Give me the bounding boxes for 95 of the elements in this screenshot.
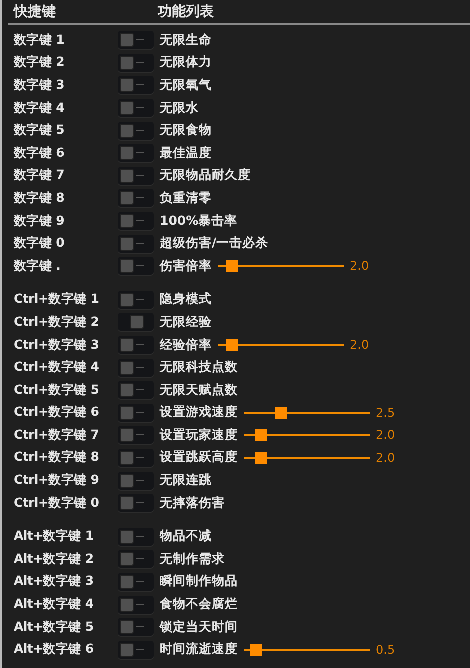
hotkey-label: 数字键 9 (12, 212, 66, 230)
slider-value: 2.0 (376, 450, 396, 465)
toggle-switch[interactable] (118, 212, 154, 230)
hotkey-label: 数字键 . (12, 258, 62, 275)
toggle-switch[interactable] (118, 358, 154, 377)
hotkey-label: Alt+数字键 4 (13, 596, 95, 614)
slider-value: 2.0 (350, 259, 370, 274)
toggle-switch[interactable] (118, 494, 154, 512)
toggle-switch[interactable] (118, 381, 154, 400)
function-label: 设置游戏速度 (160, 404, 238, 422)
toggle-switch[interactable] (118, 426, 154, 444)
toggle-switch[interactable] (118, 290, 154, 309)
toggle-switch[interactable] (118, 618, 154, 636)
function-label: 无限氧气 (160, 76, 212, 94)
function-label: 负重清零 (160, 190, 212, 207)
function-label: 无限经验 (160, 314, 212, 331)
toggle-switch[interactable] (118, 166, 154, 185)
hotkey-label: 数字键 5 (12, 122, 66, 140)
function-label: 100%暴击率 (160, 212, 238, 230)
column-header: 功能列表 (158, 2, 214, 20)
hotkey-label: Ctrl+数字键 1 (13, 291, 100, 308)
toggle-switch[interactable] (118, 336, 154, 354)
hotkey-label: Ctrl+数字键 7 (13, 426, 100, 444)
slider-value: 2.0 (350, 338, 370, 352)
function-label: 无摔落伤害 (160, 494, 225, 512)
slider-thumb[interactable] (226, 339, 238, 352)
toggle-switch[interactable] (118, 99, 154, 118)
function-label: 无限物品耐久度 (160, 167, 251, 184)
toggle-switch[interactable] (118, 144, 154, 162)
function-label: 瞬间制作物品 (160, 573, 238, 590)
hotkey-label: 数字键 6 (12, 144, 66, 162)
hotkey-label: Ctrl+数字键 4 (13, 359, 100, 376)
function-label: 时间流逝速度 (160, 641, 238, 658)
function-label: 最佳温度 (160, 144, 212, 162)
hotkey-label: Alt+数字键 5 (13, 618, 95, 636)
hotkey-label: Ctrl+数字键 5 (13, 382, 100, 399)
hotkey-label: 数字键 1 (12, 32, 66, 49)
hotkey-label: Alt+数字键 2 (13, 550, 95, 568)
hotkey-label: Ctrl+数字键 2 (13, 314, 100, 331)
toggle-switch[interactable] (118, 189, 154, 208)
hotkey-label: Alt+数字键 3 (13, 573, 95, 590)
slider-thumb[interactable] (226, 260, 238, 272)
function-label: 无限连跳 (160, 472, 212, 490)
slider-thumb[interactable] (274, 406, 287, 419)
hotkey-label: 数字键 7 (12, 167, 66, 184)
function-label: 食物不会腐烂 (160, 596, 238, 614)
toggle-switch[interactable] (118, 550, 154, 568)
slider-thumb[interactable] (255, 452, 268, 464)
function-label: 无制作需求 (160, 550, 225, 568)
function-label: 无限体力 (160, 54, 212, 72)
toggle-switch[interactable] (118, 257, 154, 276)
hotkey-label: Alt+数字键 1 (13, 528, 95, 546)
function-label: 无限科技点数 (160, 359, 238, 376)
function-label: 无限水 (160, 100, 199, 117)
hotkey-label: 数字键 8 (12, 190, 66, 207)
slider-thumb[interactable] (255, 429, 268, 442)
slider-value: 2.5 (376, 406, 396, 420)
hotkey-label: 数字键 2 (12, 54, 66, 72)
function-label: 设置跳跃高度 (160, 449, 238, 466)
toggle-switch[interactable] (118, 234, 154, 253)
hotkey-label: Ctrl+数字键 0 (13, 494, 100, 512)
toggle-switch[interactable] (118, 472, 154, 490)
function-label: 超级伤害/一击必杀 (160, 235, 269, 252)
function-label: 无限生命 (160, 32, 212, 49)
toggle-switch[interactable] (118, 31, 154, 50)
hotkey-label: Ctrl+数字键 6 (13, 404, 100, 422)
slider-thumb[interactable] (250, 644, 262, 656)
hotkey-label: Alt+数字键 6 (13, 641, 95, 658)
function-label: 设置玩家速度 (160, 426, 238, 444)
hotkey-label: Ctrl+数字键 3 (13, 336, 100, 354)
hotkey-label: 数字键 3 (12, 76, 66, 94)
hotkey-label: 数字键 4 (12, 100, 66, 117)
toggle-switch[interactable] (118, 404, 154, 422)
function-label: 伤害倍率 (160, 258, 212, 275)
function-label: 无限天赋点数 (160, 382, 238, 399)
toggle-switch[interactable] (118, 596, 154, 614)
toggle-switch[interactable] (118, 76, 154, 94)
function-label: 锁定当天时间 (160, 618, 238, 636)
toggle-switch[interactable] (118, 313, 154, 332)
hotkey-label: 数字键 0 (12, 235, 66, 252)
toggle-switch[interactable] (118, 448, 154, 467)
function-label: 经验倍率 (160, 336, 212, 354)
slider-value: 0.5 (376, 642, 396, 657)
toggle-switch[interactable] (118, 54, 154, 72)
column-header: 快捷键 (12, 2, 57, 20)
toggle-switch[interactable] (118, 122, 154, 140)
function-label: 无限食物 (160, 122, 212, 140)
function-label: 隐身模式 (160, 291, 212, 308)
toggle-switch[interactable] (118, 528, 154, 546)
hotkey-label: Ctrl+数字键 8 (13, 449, 100, 466)
toggle-switch[interactable] (118, 640, 154, 659)
hotkey-label: Ctrl+数字键 9 (13, 472, 100, 490)
slider-value: 2.0 (376, 428, 396, 442)
function-label: 物品不减 (160, 528, 212, 546)
toggle-switch[interactable] (118, 572, 154, 591)
